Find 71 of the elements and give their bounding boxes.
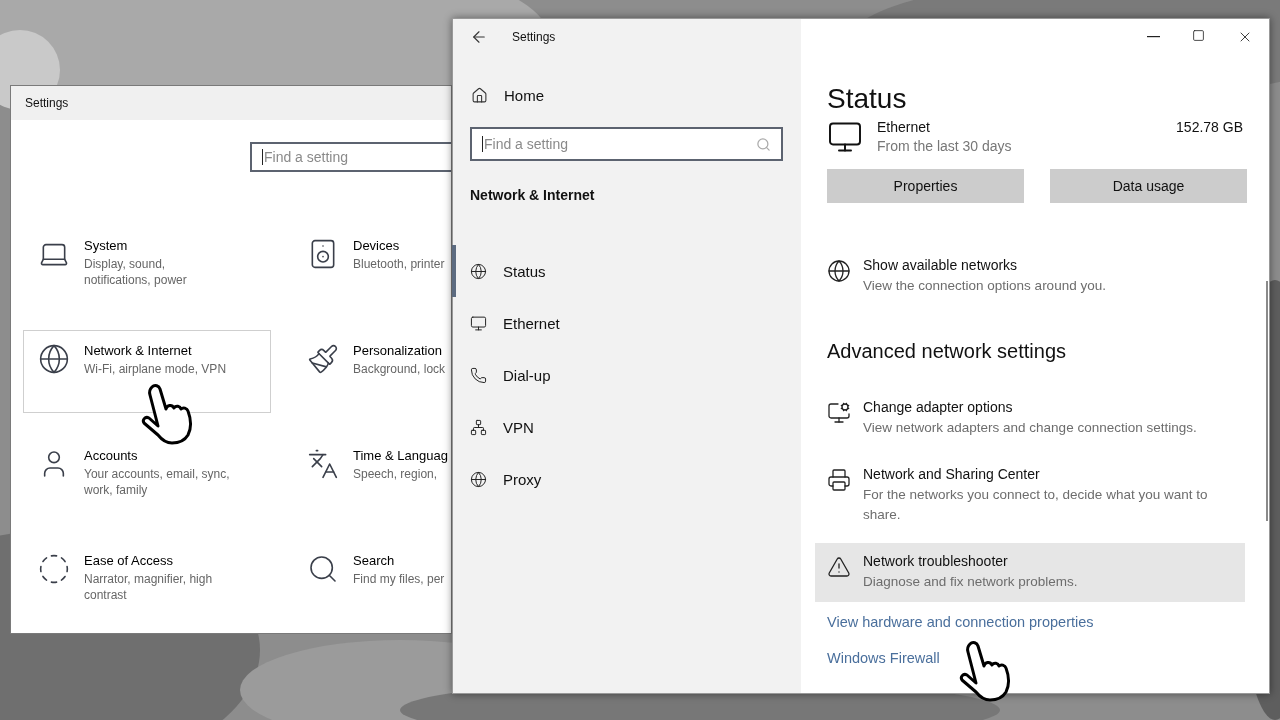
action-button[interactable]: Data usage [1050, 169, 1247, 203]
nav-item[interactable]: Ethernet [452, 297, 801, 349]
section-title: Network & Internet [470, 187, 596, 203]
category-description: Narrator, magnifier, high contrast [84, 571, 214, 603]
action-button[interactable]: Properties [827, 169, 1024, 203]
action-title: Show available networks [863, 257, 1019, 273]
page-title: Status [827, 83, 908, 115]
action-description: For the networks you connect to, decide what you want to share. [863, 486, 1209, 524]
globe-icon [38, 343, 70, 375]
window-title: Settings [512, 30, 556, 44]
minimize-icon [1147, 36, 1160, 38]
action-description: View network adapters and change connection settings. [863, 419, 1198, 437]
settings-category[interactable]: Accounts Your accounts, email, sync, work, family [23, 435, 271, 518]
settings-link[interactable]: Windows Firewall [827, 650, 940, 666]
settings-link[interactable]: View hardware and connection properties [827, 614, 1094, 630]
category-description: Your accounts, email, sync, work, family [84, 466, 231, 498]
home-link[interactable]: Home [471, 87, 801, 104]
network-icon [470, 418, 487, 436]
search-field[interactable]: Find a setting [470, 127, 783, 161]
category-description: Display, sound, notifications, power [84, 256, 188, 288]
printer-icon [827, 466, 851, 494]
back-button[interactable] [470, 28, 488, 46]
category-title: Ease of Access [84, 553, 174, 568]
settings-category[interactable]: Devices Bluetooth, printer [292, 225, 451, 308]
settings-category[interactable]: Network & Internet Wi-Fi, airplane mode, VPN [23, 330, 271, 413]
scrollbar[interactable] [1266, 281, 1268, 521]
category-description: Wi-Fi, airplane mode, VPN [84, 361, 228, 377]
window-title: Settings [25, 96, 69, 110]
dashed-circle-icon [38, 553, 70, 585]
category-description: Bluetooth, printer [353, 256, 446, 272]
category-title: Devices [353, 238, 401, 253]
connection-name: Ethernet [877, 119, 931, 135]
category-description: Speech, region, [353, 466, 439, 482]
action-description: Diagnose and fix network problems. [863, 573, 1079, 591]
globe-icon [827, 257, 851, 285]
monitor-icon [470, 314, 487, 332]
globe-icon [470, 262, 487, 280]
section-heading: Advanced network settings [827, 340, 1068, 363]
category-title: Network & Internet [84, 343, 193, 358]
search-icon [307, 553, 339, 585]
category-title: Accounts [84, 448, 139, 463]
settings-category[interactable]: Search Find my files, per [292, 540, 451, 623]
settings-action[interactable]: Network and Sharing Center For the networks you connect to, decide what you want to share. [815, 456, 1245, 535]
category-title: Search [353, 553, 396, 568]
category-title: Time & Languag [353, 448, 449, 463]
data-usage-amount: 152.78 GB [1176, 119, 1243, 135]
settings-category[interactable]: Time & Languag Speech, region, [292, 435, 451, 518]
home-icon [471, 87, 488, 104]
connection-detail: From the last 30 days [877, 138, 1013, 154]
languages-icon [307, 448, 339, 480]
globe-icon [470, 470, 487, 488]
settings-category[interactable]: Personalization Background, lock [292, 330, 451, 413]
category-description: Find my files, per [353, 571, 446, 587]
nav-item[interactable]: VPN [452, 401, 801, 453]
nav-item[interactable]: Dial-up [452, 349, 801, 401]
action-description: View the connection options around you. [863, 277, 1107, 295]
settings-action[interactable]: Show available networks View the connection options around you. [815, 247, 1245, 306]
category-title: Personalization [353, 343, 443, 358]
settings-category[interactable]: Ease of Access Narrator, magnifier, high contrast [23, 540, 271, 623]
settings-action[interactable]: Change adapter options View network adapters and change connection settings. [815, 389, 1245, 448]
search-icon [756, 136, 771, 152]
action-title: Network and Sharing Center [863, 466, 1041, 482]
action-title: Network troubleshooter [863, 553, 1009, 569]
category-title: System [84, 238, 129, 253]
settings-category[interactable]: System Display, sound, notifications, power [23, 225, 271, 308]
nav-item[interactable]: Proxy [452, 453, 801, 505]
paintbrush-icon [307, 343, 339, 375]
action-title: Change adapter options [863, 399, 1014, 415]
phone-icon [470, 366, 487, 384]
category-description: Background, lock [353, 361, 447, 377]
settings-action[interactable]: Network troubleshooter Diagnose and fix network problems. [815, 543, 1245, 602]
